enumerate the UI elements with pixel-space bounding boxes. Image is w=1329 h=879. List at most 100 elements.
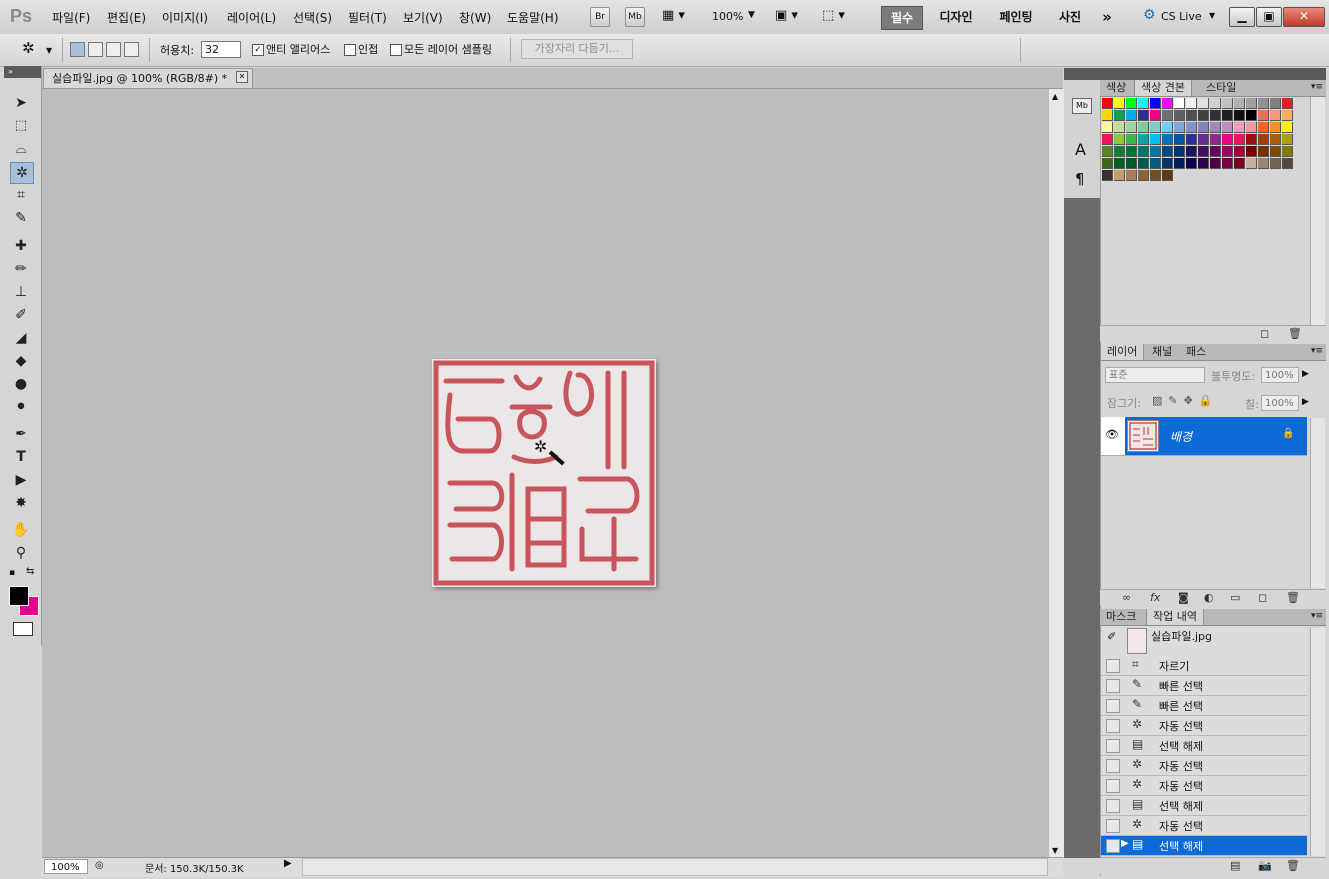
adjustment-layer-icon[interactable]: ◐ bbox=[1204, 591, 1214, 604]
color-swatch[interactable] bbox=[1282, 98, 1293, 109]
color-swatch[interactable] bbox=[1234, 122, 1245, 133]
color-swatch[interactable] bbox=[1222, 146, 1233, 157]
history-brush-source-icon[interactable]: ✐ bbox=[1107, 630, 1116, 643]
document-image[interactable] bbox=[432, 359, 656, 587]
color-swatch[interactable] bbox=[1114, 134, 1125, 145]
menu-view[interactable]: 보기(V) bbox=[403, 9, 443, 26]
color-swatch[interactable] bbox=[1258, 146, 1269, 157]
history-brush-tool-icon[interactable]: ✐ bbox=[10, 305, 32, 325]
icon-dock-collapse[interactable] bbox=[1064, 68, 1100, 80]
tab-color[interactable]: 색상 bbox=[1100, 80, 1132, 96]
blend-mode-dropdown[interactable]: 표준 bbox=[1105, 367, 1205, 383]
color-swatch[interactable] bbox=[1138, 146, 1149, 157]
color-swatch[interactable] bbox=[1102, 122, 1113, 133]
color-swatch[interactable] bbox=[1150, 146, 1161, 157]
color-swatch[interactable] bbox=[1162, 134, 1173, 145]
healing-brush-tool-icon[interactable]: ✚ bbox=[10, 236, 32, 256]
menu-image[interactable]: 이미지(I) bbox=[162, 9, 208, 26]
color-swatch[interactable] bbox=[1210, 134, 1221, 145]
color-swatch[interactable] bbox=[1198, 122, 1209, 133]
new-selection-button[interactable] bbox=[70, 42, 85, 57]
color-swatch[interactable] bbox=[1114, 122, 1125, 133]
menu-filter[interactable]: 필터(T) bbox=[348, 9, 387, 26]
new-document-from-state-icon[interactable]: ▤ bbox=[1230, 859, 1240, 872]
intersect-selection-button[interactable] bbox=[124, 42, 139, 57]
tools-panel-collapse[interactable]: » bbox=[4, 66, 41, 78]
color-swatch[interactable] bbox=[1282, 134, 1293, 145]
color-swatch[interactable] bbox=[1138, 110, 1149, 121]
close-button[interactable]: ✕ bbox=[1283, 7, 1325, 27]
color-swatch[interactable] bbox=[1222, 122, 1233, 133]
swatches-scrollbar[interactable] bbox=[1310, 97, 1325, 325]
type-tool-icon[interactable]: T bbox=[10, 447, 32, 467]
color-swatch[interactable] bbox=[1258, 158, 1269, 169]
mini-bridge-panel-icon[interactable]: Mb bbox=[1072, 98, 1092, 114]
color-swatch[interactable] bbox=[1210, 98, 1221, 109]
color-swatch[interactable] bbox=[1258, 98, 1269, 109]
color-swatch[interactable] bbox=[1114, 158, 1125, 169]
tab-masks[interactable]: 마스크 bbox=[1100, 609, 1142, 625]
opacity-arrow-icon[interactable]: ▶ bbox=[1302, 369, 1309, 379]
color-swatch[interactable] bbox=[1174, 146, 1185, 157]
color-swatch[interactable] bbox=[1162, 122, 1173, 133]
trash-icon[interactable]: 🗑 bbox=[1286, 859, 1300, 872]
history-brush-source-box[interactable] bbox=[1106, 819, 1120, 833]
color-swatch[interactable] bbox=[1126, 134, 1137, 145]
status-menu-arrow-icon[interactable]: ▶ bbox=[284, 858, 292, 869]
tool-preset-dropdown[interactable]: ▼ bbox=[46, 46, 52, 55]
color-swatch[interactable] bbox=[1126, 122, 1137, 133]
color-swatch[interactable] bbox=[1138, 122, 1149, 133]
color-swatch[interactable] bbox=[1282, 146, 1293, 157]
layers-scrollbar[interactable] bbox=[1310, 418, 1325, 588]
eraser-tool-icon[interactable]: ◢ bbox=[10, 328, 32, 348]
color-swatch[interactable] bbox=[1210, 110, 1221, 121]
crop-tool-icon[interactable]: ⌗ bbox=[10, 185, 32, 205]
mini-bridge-button[interactable]: Mb bbox=[625, 7, 645, 27]
color-swatch[interactable] bbox=[1222, 98, 1233, 109]
new-snapshot-icon[interactable]: 📷 bbox=[1258, 859, 1272, 872]
cs-live-icon[interactable]: ⚙ bbox=[1143, 7, 1156, 23]
history-brush-source-box[interactable] bbox=[1106, 759, 1120, 773]
history-step[interactable]: ✎ 빠른 선택 bbox=[1101, 696, 1307, 716]
dodge-tool-icon[interactable]: ⚫ bbox=[10, 397, 32, 417]
tab-styles[interactable]: 스타일 bbox=[1200, 80, 1242, 96]
tab-layers[interactable]: 레이어 bbox=[1100, 344, 1145, 360]
color-swatch[interactable] bbox=[1198, 158, 1209, 169]
history-scrollbar[interactable] bbox=[1310, 628, 1325, 856]
color-swatch[interactable] bbox=[1282, 158, 1293, 169]
tab-history[interactable]: 작업 내역 bbox=[1146, 609, 1204, 625]
new-group-icon[interactable]: ▭ bbox=[1230, 591, 1240, 604]
history-step[interactable]: ✲ 자동 선택 bbox=[1101, 776, 1307, 796]
color-swatch[interactable] bbox=[1222, 134, 1233, 145]
canvas-horizontal-scrollbar[interactable] bbox=[302, 858, 1048, 876]
magic-wand-tool-icon[interactable]: ✲ bbox=[10, 162, 34, 184]
color-swatch[interactable] bbox=[1150, 134, 1161, 145]
tolerance-input[interactable]: 32 bbox=[201, 41, 241, 58]
history-step[interactable]: ▤ 선택 해제 ▶ bbox=[1101, 836, 1307, 856]
lasso-tool-icon[interactable]: ⌓ bbox=[10, 139, 32, 159]
color-swatch[interactable] bbox=[1282, 110, 1293, 121]
color-swatch[interactable] bbox=[1246, 110, 1257, 121]
color-swatch[interactable] bbox=[1162, 110, 1173, 121]
contiguous-checkbox[interactable] bbox=[344, 44, 356, 56]
history-step[interactable]: ▤ 선택 해제 bbox=[1101, 736, 1307, 756]
tab-channels[interactable]: 채널 bbox=[1146, 344, 1178, 360]
color-swatch[interactable] bbox=[1138, 98, 1149, 109]
arrange-documents-icon[interactable]: ▣ ▾ bbox=[775, 8, 798, 23]
menu-window[interactable]: 창(W) bbox=[459, 9, 491, 26]
color-swatch[interactable] bbox=[1114, 98, 1125, 109]
history-brush-source-box[interactable] bbox=[1106, 799, 1120, 813]
color-swatch[interactable] bbox=[1138, 134, 1149, 145]
color-swatch[interactable] bbox=[1114, 170, 1125, 181]
foreground-color-swatch[interactable] bbox=[9, 586, 29, 606]
color-swatch[interactable] bbox=[1162, 98, 1173, 109]
color-swatch[interactable] bbox=[1270, 122, 1281, 133]
trash-icon[interactable]: 🗑 bbox=[1288, 327, 1302, 340]
lock-options-icons[interactable]: ▨✎✥🔒 bbox=[1152, 394, 1219, 407]
workspace-design[interactable]: 디자인 bbox=[935, 6, 977, 28]
history-brush-source-box[interactable] bbox=[1106, 679, 1120, 693]
new-layer-icon[interactable]: ◻ bbox=[1258, 591, 1267, 604]
menu-file[interactable]: 파일(F) bbox=[52, 9, 90, 26]
color-swatch[interactable] bbox=[1150, 98, 1161, 109]
screen-mode-icon[interactable]: ⬚ ▾ bbox=[822, 8, 845, 23]
